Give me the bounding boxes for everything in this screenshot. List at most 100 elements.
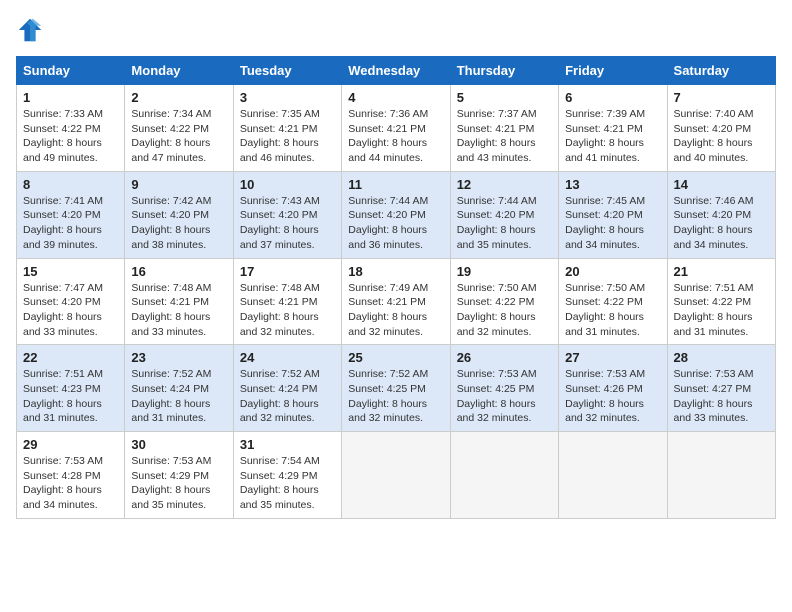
day-number: 22 xyxy=(23,350,118,365)
day-cell-26: 26 Sunrise: 7:53 AM Sunset: 4:25 PM Dayl… xyxy=(450,345,558,432)
day-cell-28: 28 Sunrise: 7:53 AM Sunset: 4:27 PM Dayl… xyxy=(667,345,775,432)
day-number: 28 xyxy=(674,350,769,365)
day-info: Sunrise: 7:37 AM Sunset: 4:21 PM Dayligh… xyxy=(457,107,552,166)
day-info: Sunrise: 7:40 AM Sunset: 4:20 PM Dayligh… xyxy=(674,107,769,166)
header-friday: Friday xyxy=(559,57,667,85)
day-cell-4: 4 Sunrise: 7:36 AM Sunset: 4:21 PM Dayli… xyxy=(342,85,450,172)
day-info: Sunrise: 7:46 AM Sunset: 4:20 PM Dayligh… xyxy=(674,194,769,253)
day-cell-3: 3 Sunrise: 7:35 AM Sunset: 4:21 PM Dayli… xyxy=(233,85,341,172)
day-info: Sunrise: 7:53 AM Sunset: 4:26 PM Dayligh… xyxy=(565,367,660,426)
day-info: Sunrise: 7:52 AM Sunset: 4:25 PM Dayligh… xyxy=(348,367,443,426)
day-number: 7 xyxy=(674,90,769,105)
day-number: 10 xyxy=(240,177,335,192)
day-cell-29: 29 Sunrise: 7:53 AM Sunset: 4:28 PM Dayl… xyxy=(17,432,125,519)
day-cell-31: 31 Sunrise: 7:54 AM Sunset: 4:29 PM Dayl… xyxy=(233,432,341,519)
header-tuesday: Tuesday xyxy=(233,57,341,85)
day-cell-21: 21 Sunrise: 7:51 AM Sunset: 4:22 PM Dayl… xyxy=(667,258,775,345)
day-number: 5 xyxy=(457,90,552,105)
day-cell-7: 7 Sunrise: 7:40 AM Sunset: 4:20 PM Dayli… xyxy=(667,85,775,172)
day-info: Sunrise: 7:43 AM Sunset: 4:20 PM Dayligh… xyxy=(240,194,335,253)
page-header xyxy=(16,16,776,44)
day-info: Sunrise: 7:49 AM Sunset: 4:21 PM Dayligh… xyxy=(348,281,443,340)
day-info: Sunrise: 7:51 AM Sunset: 4:23 PM Dayligh… xyxy=(23,367,118,426)
calendar-row-5: 29 Sunrise: 7:53 AM Sunset: 4:28 PM Dayl… xyxy=(17,432,776,519)
calendar-row-1: 1 Sunrise: 7:33 AM Sunset: 4:22 PM Dayli… xyxy=(17,85,776,172)
day-info: Sunrise: 7:34 AM Sunset: 4:22 PM Dayligh… xyxy=(131,107,226,166)
day-cell-16: 16 Sunrise: 7:48 AM Sunset: 4:21 PM Dayl… xyxy=(125,258,233,345)
day-info: Sunrise: 7:36 AM Sunset: 4:21 PM Dayligh… xyxy=(348,107,443,166)
day-info: Sunrise: 7:53 AM Sunset: 4:27 PM Dayligh… xyxy=(674,367,769,426)
day-number: 24 xyxy=(240,350,335,365)
day-number: 11 xyxy=(348,177,443,192)
day-cell-10: 10 Sunrise: 7:43 AM Sunset: 4:20 PM Dayl… xyxy=(233,171,341,258)
day-cell-23: 23 Sunrise: 7:52 AM Sunset: 4:24 PM Dayl… xyxy=(125,345,233,432)
day-number: 6 xyxy=(565,90,660,105)
day-number: 8 xyxy=(23,177,118,192)
day-cell-9: 9 Sunrise: 7:42 AM Sunset: 4:20 PM Dayli… xyxy=(125,171,233,258)
day-number: 30 xyxy=(131,437,226,452)
day-number: 18 xyxy=(348,264,443,279)
day-number: 23 xyxy=(131,350,226,365)
day-info: Sunrise: 7:53 AM Sunset: 4:29 PM Dayligh… xyxy=(131,454,226,513)
day-info: Sunrise: 7:44 AM Sunset: 4:20 PM Dayligh… xyxy=(348,194,443,253)
day-info: Sunrise: 7:51 AM Sunset: 4:22 PM Dayligh… xyxy=(674,281,769,340)
day-info: Sunrise: 7:42 AM Sunset: 4:20 PM Dayligh… xyxy=(131,194,226,253)
day-number: 13 xyxy=(565,177,660,192)
day-info: Sunrise: 7:35 AM Sunset: 4:21 PM Dayligh… xyxy=(240,107,335,166)
day-info: Sunrise: 7:48 AM Sunset: 4:21 PM Dayligh… xyxy=(240,281,335,340)
day-number: 17 xyxy=(240,264,335,279)
day-cell-13: 13 Sunrise: 7:45 AM Sunset: 4:20 PM Dayl… xyxy=(559,171,667,258)
header-saturday: Saturday xyxy=(667,57,775,85)
day-number: 21 xyxy=(674,264,769,279)
day-cell-15: 15 Sunrise: 7:47 AM Sunset: 4:20 PM Dayl… xyxy=(17,258,125,345)
day-cell-5: 5 Sunrise: 7:37 AM Sunset: 4:21 PM Dayli… xyxy=(450,85,558,172)
header-sunday: Sunday xyxy=(17,57,125,85)
day-info: Sunrise: 7:53 AM Sunset: 4:28 PM Dayligh… xyxy=(23,454,118,513)
day-info: Sunrise: 7:50 AM Sunset: 4:22 PM Dayligh… xyxy=(565,281,660,340)
day-number: 12 xyxy=(457,177,552,192)
calendar-row-3: 15 Sunrise: 7:47 AM Sunset: 4:20 PM Dayl… xyxy=(17,258,776,345)
day-number: 19 xyxy=(457,264,552,279)
day-cell-12: 12 Sunrise: 7:44 AM Sunset: 4:20 PM Dayl… xyxy=(450,171,558,258)
day-cell-20: 20 Sunrise: 7:50 AM Sunset: 4:22 PM Dayl… xyxy=(559,258,667,345)
day-cell-25: 25 Sunrise: 7:52 AM Sunset: 4:25 PM Dayl… xyxy=(342,345,450,432)
day-info: Sunrise: 7:52 AM Sunset: 4:24 PM Dayligh… xyxy=(131,367,226,426)
day-info: Sunrise: 7:54 AM Sunset: 4:29 PM Dayligh… xyxy=(240,454,335,513)
day-info: Sunrise: 7:48 AM Sunset: 4:21 PM Dayligh… xyxy=(131,281,226,340)
day-number: 31 xyxy=(240,437,335,452)
day-number: 2 xyxy=(131,90,226,105)
header-thursday: Thursday xyxy=(450,57,558,85)
calendar-table: SundayMondayTuesdayWednesdayThursdayFrid… xyxy=(16,56,776,519)
day-cell-22: 22 Sunrise: 7:51 AM Sunset: 4:23 PM Dayl… xyxy=(17,345,125,432)
header-wednesday: Wednesday xyxy=(342,57,450,85)
day-number: 29 xyxy=(23,437,118,452)
day-number: 9 xyxy=(131,177,226,192)
day-info: Sunrise: 7:50 AM Sunset: 4:22 PM Dayligh… xyxy=(457,281,552,340)
day-number: 25 xyxy=(348,350,443,365)
day-info: Sunrise: 7:45 AM Sunset: 4:20 PM Dayligh… xyxy=(565,194,660,253)
empty-cell xyxy=(450,432,558,519)
day-info: Sunrise: 7:41 AM Sunset: 4:20 PM Dayligh… xyxy=(23,194,118,253)
day-cell-1: 1 Sunrise: 7:33 AM Sunset: 4:22 PM Dayli… xyxy=(17,85,125,172)
empty-cell xyxy=(559,432,667,519)
day-info: Sunrise: 7:33 AM Sunset: 4:22 PM Dayligh… xyxy=(23,107,118,166)
calendar-header-row: SundayMondayTuesdayWednesdayThursdayFrid… xyxy=(17,57,776,85)
day-cell-2: 2 Sunrise: 7:34 AM Sunset: 4:22 PM Dayli… xyxy=(125,85,233,172)
day-info: Sunrise: 7:53 AM Sunset: 4:25 PM Dayligh… xyxy=(457,367,552,426)
header-monday: Monday xyxy=(125,57,233,85)
day-cell-11: 11 Sunrise: 7:44 AM Sunset: 4:20 PM Dayl… xyxy=(342,171,450,258)
day-cell-27: 27 Sunrise: 7:53 AM Sunset: 4:26 PM Dayl… xyxy=(559,345,667,432)
day-info: Sunrise: 7:47 AM Sunset: 4:20 PM Dayligh… xyxy=(23,281,118,340)
day-cell-6: 6 Sunrise: 7:39 AM Sunset: 4:21 PM Dayli… xyxy=(559,85,667,172)
empty-cell xyxy=(667,432,775,519)
calendar-row-4: 22 Sunrise: 7:51 AM Sunset: 4:23 PM Dayl… xyxy=(17,345,776,432)
logo xyxy=(16,16,48,44)
day-number: 1 xyxy=(23,90,118,105)
day-number: 16 xyxy=(131,264,226,279)
calendar-row-2: 8 Sunrise: 7:41 AM Sunset: 4:20 PM Dayli… xyxy=(17,171,776,258)
day-cell-19: 19 Sunrise: 7:50 AM Sunset: 4:22 PM Dayl… xyxy=(450,258,558,345)
day-number: 26 xyxy=(457,350,552,365)
day-number: 3 xyxy=(240,90,335,105)
day-number: 20 xyxy=(565,264,660,279)
day-info: Sunrise: 7:44 AM Sunset: 4:20 PM Dayligh… xyxy=(457,194,552,253)
